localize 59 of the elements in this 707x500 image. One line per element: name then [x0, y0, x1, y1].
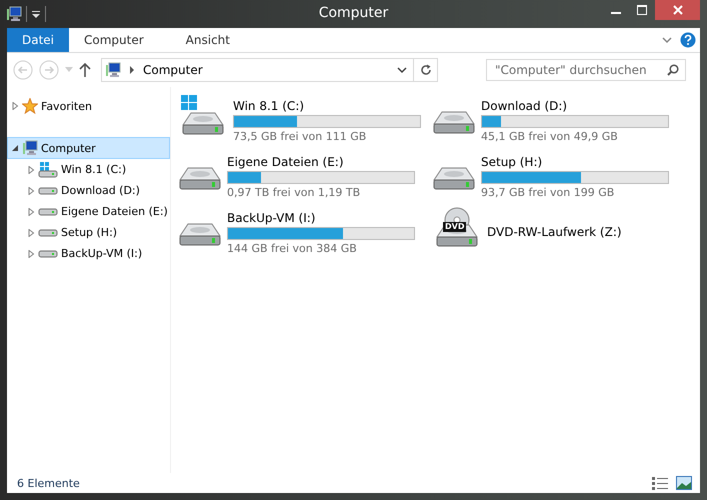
- free-space: 144 GB frei von 384 GB: [227, 242, 358, 255]
- tree-item[interactable]: Setup (H:): [7, 222, 170, 243]
- free-space: 73,5 GB frei von 111 GB: [233, 130, 368, 143]
- drive-icon: [38, 208, 58, 216]
- item-count: 6 Elemente: [17, 476, 80, 490]
- star-icon: [22, 98, 38, 114]
- free-space: 45,1 GB frei von 49,9 GB: [481, 130, 619, 143]
- tree-item[interactable]: Download (D:): [7, 180, 170, 201]
- dvd-label: DVD: [443, 222, 466, 232]
- help-icon[interactable]: [680, 32, 696, 48]
- breadcrumb[interactable]: Computer: [143, 63, 203, 77]
- tree-item[interactable]: Favoriten: [7, 95, 170, 117]
- refresh-icon[interactable]: [420, 64, 432, 76]
- tree-item[interactable]: BackUp-VM (I:): [7, 243, 170, 264]
- drive-name[interactable]: Download (D:): [481, 99, 669, 113]
- drive-name[interactable]: Eigene Dateien (E:): [227, 155, 415, 169]
- computer-icon: [105, 62, 121, 78]
- collapsed-arrow-icon[interactable]: [27, 166, 35, 174]
- chevron-right-icon: [129, 66, 135, 74]
- drive-icon: [179, 167, 221, 190]
- system-drive-icon: [38, 162, 58, 178]
- drive-icon: [38, 250, 58, 258]
- close-button[interactable]: [655, 0, 700, 20]
- drive-name[interactable]: DVD-RW-Laufwerk (Z:): [487, 225, 622, 239]
- address-field[interactable]: Computer: [101, 58, 438, 82]
- drive-icon: [179, 223, 221, 246]
- maximize-icon[interactable]: [637, 5, 647, 15]
- drive-icon: [433, 167, 475, 190]
- expanded-arrow-icon[interactable]: [11, 144, 19, 152]
- ribbon-tab[interactable]: Datei: [7, 28, 70, 52]
- chevron-down-icon[interactable]: [662, 36, 672, 44]
- drive-icon: [38, 228, 58, 236]
- search-field[interactable]: "Computer" durchsuchen: [486, 59, 686, 81]
- tree-item[interactable]: Eigene Dateien (E:): [7, 201, 170, 222]
- system-drive-icon: [179, 95, 227, 137]
- computer-icon: [6, 6, 22, 22]
- window-title: Computer: [318, 5, 388, 21]
- free-space: 93,7 GB frei von 199 GB: [481, 186, 616, 199]
- collapsed-arrow-icon[interactable]: [11, 102, 19, 110]
- collapsed-arrow-icon[interactable]: [27, 208, 35, 216]
- search-icon[interactable]: [667, 64, 679, 76]
- free-space: 0,97 TB frei von 1,19 TB: [227, 186, 362, 199]
- drive-name[interactable]: Win 8.1 (C:): [233, 99, 421, 113]
- details-view-icon[interactable]: [652, 476, 668, 490]
- tree-item[interactable]: Computer: [7, 137, 170, 159]
- collapsed-arrow-icon[interactable]: [27, 186, 35, 194]
- computer-icon: [22, 140, 38, 156]
- dropdown-icon[interactable]: [397, 66, 407, 74]
- drive-icon: [38, 186, 58, 194]
- customize-toolbar-icon[interactable]: [31, 9, 41, 19]
- drive-name[interactable]: BackUp-VM (I:): [227, 211, 415, 225]
- collapsed-arrow-icon[interactable]: [27, 250, 35, 258]
- close-icon[interactable]: [672, 5, 682, 15]
- tree-item[interactable]: Win 8.1 (C:): [7, 159, 170, 180]
- drive-name[interactable]: Setup (H:): [481, 155, 669, 169]
- collapsed-arrow-icon[interactable]: [27, 228, 35, 236]
- up-button[interactable]: [79, 63, 91, 77]
- drive-icon: [433, 111, 475, 134]
- tiles-view-icon[interactable]: [676, 476, 692, 490]
